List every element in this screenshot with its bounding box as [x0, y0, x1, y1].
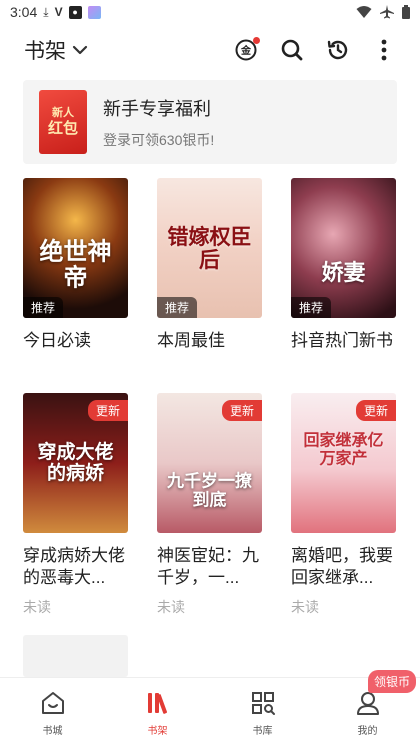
book-cover: 绝世神帝 推荐: [23, 178, 128, 318]
library-icon: [251, 691, 275, 715]
book-item[interactable]: 回家继承亿万家产 更新 离婚吧，我要回家继承... 未读: [291, 393, 397, 617]
nav-item-library[interactable]: 书库: [210, 678, 315, 747]
header: 书架 金: [0, 24, 420, 76]
bottom-nav: 书城 书架 书库 领银币 我的: [0, 670, 420, 747]
red-packet-line1: 新人: [52, 107, 74, 120]
book-cover: 穿成大佬的病娇 更新: [23, 393, 128, 533]
battery-icon: [402, 5, 410, 19]
red-packet-icon: 新人 红包: [39, 90, 87, 154]
book-title: 离婚吧，我要回家继承...: [291, 546, 393, 587]
claim-coin-badge[interactable]: 领银币: [367, 670, 416, 693]
recommend-tag: 推荐: [291, 297, 332, 318]
svg-text:金: 金: [240, 44, 252, 57]
wifi-icon: [356, 6, 372, 18]
chevron-down-icon: [72, 45, 88, 55]
gradient-app-icon: [87, 5, 101, 19]
bookshelf-icon: [147, 692, 167, 714]
status-bar: 3:04 ⤓ V ●: [0, 0, 420, 24]
nav-label: 书城: [42, 725, 63, 737]
gold-coin-button[interactable]: 金: [234, 37, 260, 62]
nav-label: 书库: [252, 725, 273, 737]
book-item[interactable]: 绝世神帝 推荐 今日必读: [23, 178, 129, 352]
book-cover: 娇妻 推荐: [291, 178, 396, 318]
book-cover: 九千岁一撩到底 更新: [157, 393, 262, 533]
book-title: 今日必读: [23, 331, 91, 350]
red-packet-line2: 红包: [47, 119, 78, 137]
banner-title: 新手专享福利: [103, 98, 211, 119]
page-title: 书架: [24, 40, 66, 63]
cover-title: 娇妻: [321, 260, 366, 287]
book-item[interactable]: 娇妻 推荐 抖音热门新书: [291, 178, 397, 352]
airplane-icon: [380, 5, 394, 19]
history-icon: [327, 40, 348, 60]
search-button[interactable]: [280, 38, 304, 62]
newbie-welfare-banner[interactable]: 新人 红包 新手专享福利 登录可领630银币!: [23, 80, 397, 164]
book-title: 抖音热门新书: [291, 331, 393, 350]
nav-label: 我的: [357, 725, 378, 737]
recommend-tag: 推荐: [23, 297, 64, 318]
cover-title: 九千岁一撩到底: [167, 471, 252, 510]
banner-subtitle: 登录可领630银币!: [103, 131, 215, 148]
cover-title: 回家继承亿万家产: [303, 430, 384, 467]
more-icon: [381, 39, 387, 61]
book-placeholder[interactable]: [23, 635, 128, 677]
update-tag: 更新: [355, 400, 396, 421]
book-cover: 错嫁权臣后 推荐: [157, 178, 262, 318]
book-title: 穿成病娇大佬的恶毒大...: [23, 546, 125, 587]
recommend-tag: 推荐: [157, 297, 198, 318]
nav-item-bookshelf[interactable]: 书架: [105, 678, 210, 747]
app-icon: ●: [68, 5, 82, 19]
cover-title: 绝世神帝: [39, 236, 112, 292]
book-title: 神医宦妃：九千岁，一...: [157, 546, 259, 587]
history-button[interactable]: [326, 38, 350, 62]
read-status: 未读: [291, 599, 319, 615]
search-icon: [281, 39, 303, 61]
read-status: 未读: [157, 599, 185, 615]
update-tag: 更新: [221, 400, 262, 421]
cover-title: 穿成大佬的病娇: [37, 441, 114, 484]
status-time: 3:04: [10, 4, 38, 20]
home-icon: [41, 691, 64, 714]
more-button[interactable]: [372, 38, 396, 62]
notification-dot: [253, 37, 260, 44]
nav-item-profile[interactable]: 领银币 我的: [315, 670, 420, 747]
nav-item-bookstore[interactable]: 书城: [0, 678, 105, 747]
book-item[interactable]: 错嫁权臣后 推荐 本周最佳: [157, 178, 263, 352]
book-item[interactable]: 穿成大佬的病娇 更新 穿成病娇大佬的恶毒大... 未读: [23, 393, 129, 617]
update-tag: 更新: [87, 400, 128, 421]
download-icon: ⤓: [43, 5, 49, 19]
cover-title: 错嫁权臣后: [167, 223, 252, 272]
nav-label: 书架: [147, 725, 168, 737]
book-title: 本周最佳: [157, 331, 225, 350]
read-status: 未读: [23, 599, 51, 615]
book-item[interactable]: 九千岁一撩到底 更新 神医宦妃：九千岁，一... 未读: [157, 393, 263, 617]
book-cover: 回家继承亿万家产 更新: [291, 393, 396, 533]
v-icon: V: [54, 5, 63, 19]
bookshelf-title-dropdown[interactable]: 书架: [24, 35, 88, 65]
